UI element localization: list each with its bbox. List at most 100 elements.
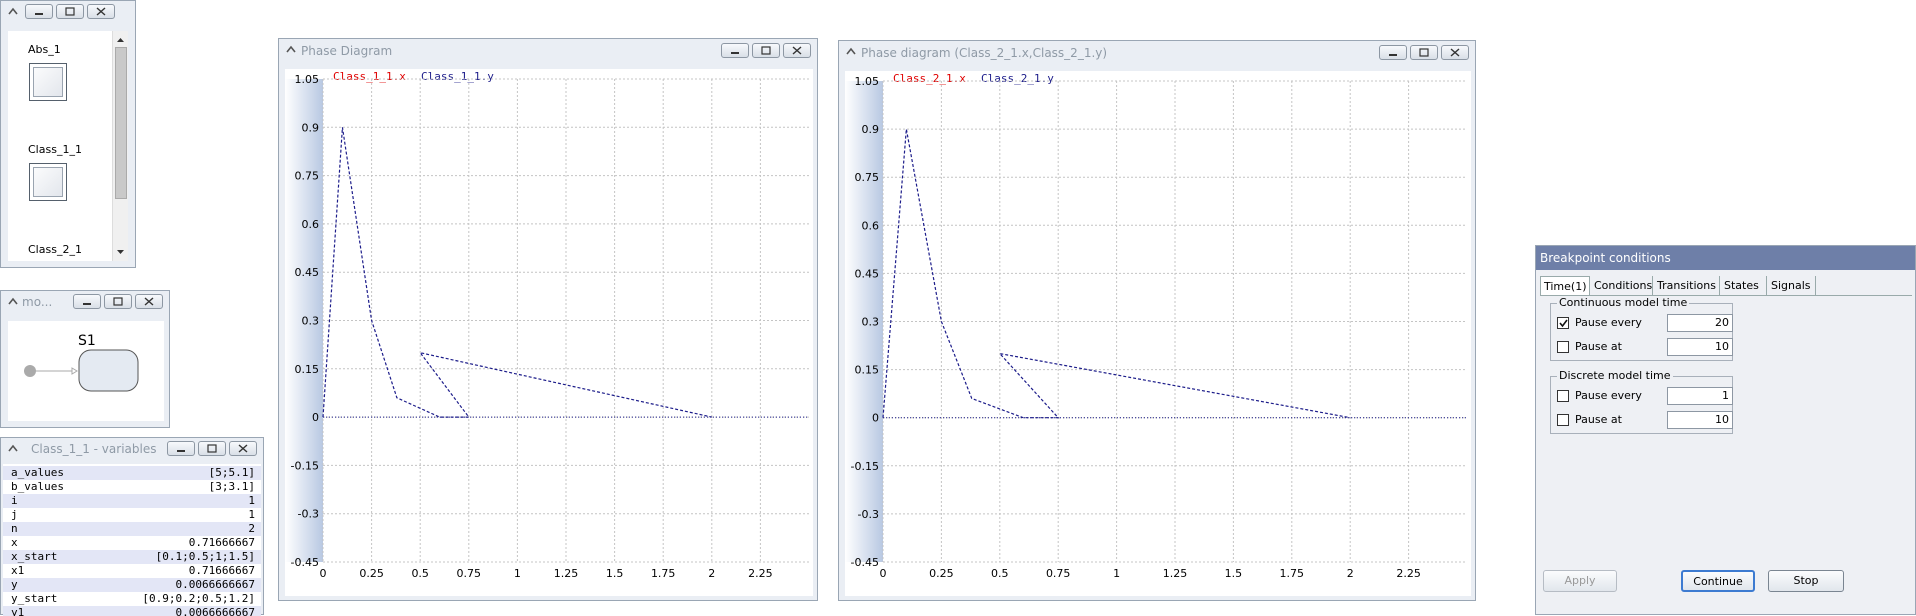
y-tick-label: -0.45 xyxy=(291,556,319,569)
variable-row[interactable]: j1 xyxy=(3,508,261,522)
close-icon xyxy=(96,7,106,16)
scrollbar-thumb[interactable] xyxy=(115,47,127,199)
tree-item-label: Abs_1 xyxy=(28,43,61,56)
maximize-button[interactable] xyxy=(104,294,132,309)
variable-name: i xyxy=(11,494,18,507)
maximize-button[interactable] xyxy=(1410,45,1438,60)
minimize-icon xyxy=(731,52,739,54)
window-title: mo... xyxy=(22,295,53,309)
statechart-canvas: S1 xyxy=(8,321,164,421)
variable-row[interactable]: n2 xyxy=(3,522,261,536)
y-tick-label: 0.15 xyxy=(295,363,320,376)
stop-button[interactable]: Stop xyxy=(1768,570,1844,592)
variable-name: y xyxy=(11,578,18,591)
minimize-button[interactable] xyxy=(721,43,749,58)
continuous-pause-every-input[interactable]: 20 xyxy=(1667,314,1733,332)
close-icon xyxy=(1450,48,1460,57)
close-button[interactable] xyxy=(229,441,257,456)
variable-name: x xyxy=(11,536,18,549)
window-title: Breakpoint conditions xyxy=(1540,251,1671,265)
variable-value: [3;3.1] xyxy=(208,480,255,493)
discrete-pause-at-checkbox[interactable] xyxy=(1557,414,1569,426)
variable-value: 0.71666667 xyxy=(188,536,255,549)
discrete-pause-every-row: Pause every 1 xyxy=(1557,387,1733,405)
variable-row[interactable]: a_values [5;5.1] xyxy=(3,466,261,480)
maximize-button[interactable] xyxy=(198,441,226,456)
continuous-pause-every-checkbox[interactable] xyxy=(1557,317,1569,329)
close-button[interactable] xyxy=(135,294,163,309)
y-tick-label: -0.15 xyxy=(851,460,879,473)
y-tick-label: 0 xyxy=(312,411,319,424)
phase-diagram-window-1: Phase Diagram Class_1_1.x Class_1_1.y 1.… xyxy=(278,38,818,601)
continuous-pause-every-label: Pause every xyxy=(1575,316,1642,329)
y-tick-label: 0.75 xyxy=(295,170,320,183)
initial-state-dot[interactable] xyxy=(24,365,36,377)
variable-value: [0.1;0.5;1;1.5] xyxy=(155,550,255,563)
vertical-scrollbar[interactable] xyxy=(112,31,128,261)
maximize-button[interactable] xyxy=(752,43,780,58)
x-tick-label: 2.25 xyxy=(748,567,773,580)
minimize-button[interactable] xyxy=(167,441,195,456)
y-tick-label: 0.3 xyxy=(302,315,320,328)
state-label: S1 xyxy=(78,333,96,349)
maximize-icon xyxy=(761,46,771,55)
variables-titlebar[interactable]: Class_1_1 - variables xyxy=(1,438,263,460)
model-diagram-titlebar[interactable]: mo... xyxy=(1,291,169,313)
tree-item-class-1-1[interactable] xyxy=(29,163,67,201)
tree-item-label: Class_1_1 xyxy=(28,143,82,156)
tab-states[interactable]: States xyxy=(1721,276,1767,295)
scroll-down-icon[interactable] xyxy=(113,245,128,259)
breakpoint-tabs: Time(1) Conditions Transitions States Si… xyxy=(1540,276,1912,296)
maximize-button[interactable] xyxy=(56,4,84,19)
scroll-up-icon[interactable] xyxy=(113,33,128,47)
continue-button[interactable]: Continue xyxy=(1681,570,1755,592)
discrete-pause-every-input[interactable]: 1 xyxy=(1667,387,1733,405)
plot-area-2[interactable]: Class_2_1.x Class_2_1.y 1.05 0.9 0.75 0.6 0.… xyxy=(845,71,1471,596)
close-button[interactable] xyxy=(87,4,115,19)
apply-button[interactable]: Apply xyxy=(1543,570,1617,592)
variable-row[interactable]: x 0.71666667 xyxy=(3,536,261,550)
variable-value: [0.9;0.2;0.5;1.2] xyxy=(142,592,255,605)
discrete-pause-every-checkbox[interactable] xyxy=(1557,390,1569,402)
variable-row[interactable]: x_start [0.1;0.5;1;1.5] xyxy=(3,550,261,564)
tab-conditions[interactable]: Conditions xyxy=(1591,276,1653,295)
tab-time[interactable]: Time(1) xyxy=(1540,276,1590,295)
transition-arrow-icon xyxy=(71,367,78,375)
continuous-pause-at-checkbox[interactable] xyxy=(1557,341,1569,353)
y-tick-label: -0.3 xyxy=(298,508,319,521)
minimize-button[interactable] xyxy=(1379,45,1407,60)
discrete-pause-at-input[interactable]: 10 xyxy=(1667,411,1733,429)
phase-diagram-2-titlebar[interactable]: Phase diagram (Class_2_1.x,Class_2_1.y) xyxy=(839,41,1475,65)
tab-transitions[interactable]: Transitions xyxy=(1654,276,1720,295)
close-button[interactable] xyxy=(1441,45,1469,60)
variable-value: [5;5.1] xyxy=(208,466,255,479)
minimize-button[interactable] xyxy=(25,4,53,19)
phase-diagram-1-titlebar[interactable]: Phase Diagram xyxy=(279,39,817,63)
phase-chart-2: 1.05 0.9 0.75 0.6 0.45 0.3 0.15 0 -0.15 -0.3 -0.45… xyxy=(845,75,1467,580)
tab-signals[interactable]: Signals xyxy=(1768,276,1816,295)
discrete-pause-at-label: Pause at xyxy=(1575,413,1622,426)
variable-row[interactable]: y 0.0066666667 xyxy=(3,578,261,592)
variable-row[interactable]: y_start [0.9;0.2;0.5;1.2] xyxy=(3,592,261,606)
x-tick-label: 0.75 xyxy=(1046,567,1071,580)
state-s1[interactable] xyxy=(78,349,139,392)
y-tick-label: 0.6 xyxy=(302,218,320,231)
tree-item-abs-1[interactable] xyxy=(29,63,67,101)
variable-value: 1 xyxy=(248,494,255,507)
plot-area-1[interactable]: Class_1_1.x Class_1_1.y 1.05 0.9 0.75 0.6 0.… xyxy=(285,69,813,596)
maximize-icon xyxy=(207,444,217,453)
continuous-pause-at-input[interactable]: 10 xyxy=(1667,338,1733,356)
continuous-time-label: Continuous model time xyxy=(1557,296,1690,309)
variable-row[interactable]: b_values [3;3.1] xyxy=(3,480,261,494)
model-tree-content: Abs_1 Class_1_1 Class_2_1 xyxy=(8,31,128,261)
y-tick-label: 0.45 xyxy=(295,266,320,279)
variable-row[interactable]: x1 0.71666667 xyxy=(3,564,261,578)
x-tick-label: 1.5 xyxy=(606,567,624,580)
minimize-icon xyxy=(177,450,185,452)
x-tick-label: 1 xyxy=(514,567,521,580)
minimize-button[interactable] xyxy=(73,294,101,309)
variable-row[interactable]: i1 xyxy=(3,494,261,508)
breakpoint-titlebar[interactable]: Breakpoint conditions xyxy=(1536,246,1915,270)
model-tree-titlebar[interactable] xyxy=(1,1,135,23)
close-button[interactable] xyxy=(783,43,811,58)
